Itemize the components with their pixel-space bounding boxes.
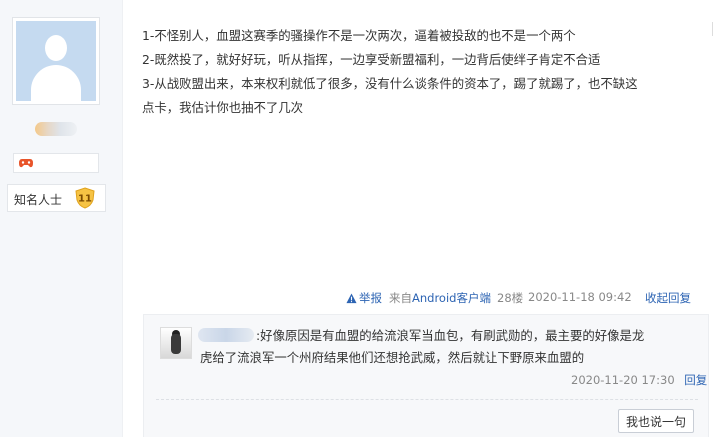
source-prefix: 来自 [389, 291, 412, 305]
floor-number: 28楼 [497, 291, 524, 305]
reply-meta: 2020-11-20 17:30 回复 [571, 372, 707, 388]
level-number: 11 [78, 194, 92, 205]
default-avatar-icon [16, 21, 96, 101]
gamepad-icon [19, 159, 33, 168]
warning-icon [346, 292, 357, 303]
post-meta: 举报 来自Android客户端 28楼 2020-11-18 09:42 收起回… [0, 290, 721, 306]
reply-line: 虎给了流浪军一个州府结果他们还想抢武威，然后就让下野原来血盟的 [200, 350, 585, 365]
collapse-replies-link[interactable]: 收起回复 [645, 290, 691, 306]
source-app-link[interactable]: Android客户端 [412, 291, 491, 305]
level-title: 知名人士 [14, 193, 63, 207]
post-line: 2-既然投了，就好好玩，听从指挥，一边享受新盟福利，一边背后使绊子肯定不合适 [142, 52, 601, 67]
post-line: 1-不怪别人，血盟这赛季的骚操作不是一次两次，逼着被投敌的也不是一个两个 [142, 28, 576, 43]
username-blurred[interactable] [35, 122, 77, 136]
post-line: 点卡，我估计你也抽不了几次 [142, 100, 304, 115]
post-source: 来自Android客户端 [389, 290, 491, 306]
say-something-button[interactable]: 我也说一句 [618, 409, 694, 433]
level-badge[interactable]: 知名人士 11 [7, 184, 106, 212]
reply-avatar[interactable] [160, 327, 192, 359]
reply-line: :好像原因是有血盟的给流浪军当血包，有刷武勋的，最主要的好像是龙 [256, 328, 645, 343]
reply-box: :好像原因是有血盟的给流浪军当血包，有刷武勋的，最主要的好像是龙 虎给了流浪军一… [143, 314, 709, 437]
reply-text: :好像原因是有血盟的给流浪军当血包，有刷武勋的，最主要的好像是龙 虎给了流浪军一… [200, 325, 700, 369]
post-line: 3-从战败盟出来，本来权利就低了很多，没有什么谈条件的资本了，踢了就踢了，也不缺… [142, 76, 638, 91]
post-time: 2020-11-18 09:42 [528, 290, 632, 304]
report-label: 举报 [359, 291, 382, 305]
edge-divider [712, 22, 721, 36]
user-avatar[interactable] [12, 17, 100, 105]
report-link[interactable]: 举报 [346, 290, 382, 306]
reply-time: 2020-11-20 17:30 [571, 373, 675, 387]
user-sidebar: 知名人士 11 [0, 0, 123, 437]
post-content: 1-不怪别人，血盟这赛季的骚操作不是一次两次，逼着被投敌的也不是一个两个 2-既… [142, 24, 712, 120]
reply-link[interactable]: 回复 [684, 373, 707, 387]
game-badge[interactable] [13, 153, 99, 173]
level-shield-icon: 11 [75, 187, 95, 209]
divider [156, 399, 698, 400]
